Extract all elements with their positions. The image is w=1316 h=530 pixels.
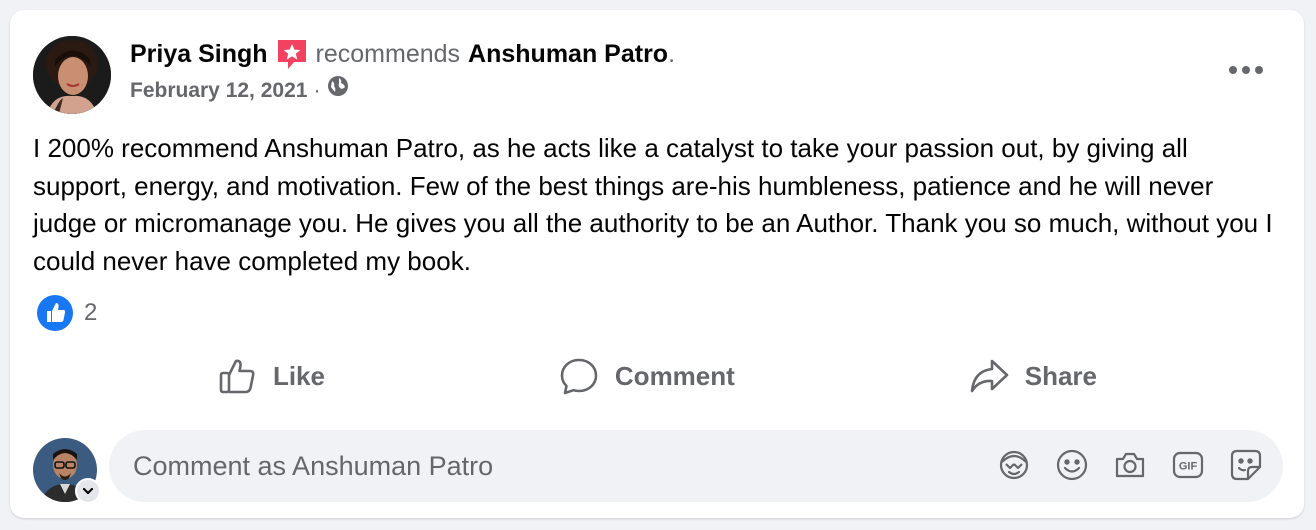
recommends-label: recommends	[315, 40, 461, 68]
more-dot	[1229, 66, 1237, 74]
comment-label: Comment	[614, 360, 735, 391]
header-period: .	[668, 40, 676, 68]
comment-button[interactable]: Comment	[559, 356, 735, 396]
author-name-link[interactable]: Priya Singh	[130, 37, 268, 71]
emoji-icon[interactable]	[1055, 448, 1089, 482]
comment-input-box: GIF	[109, 430, 1283, 502]
post-text: I 200% recommend Anshuman Patro, as he a…	[33, 133, 1273, 276]
reaction-count: 2	[84, 299, 98, 326]
reactions-summary[interactable]: 2	[36, 294, 97, 332]
svg-text:GIF: GIF	[1179, 461, 1198, 473]
comment-bubble-icon	[560, 358, 598, 395]
chevron-down-icon[interactable]	[75, 478, 101, 504]
comment-composer: GIF	[33, 430, 1283, 504]
post-meta: February 12, 2021 ·	[130, 74, 350, 107]
more-dot	[1255, 66, 1263, 74]
recommended-page-link[interactable]: Anshuman Patro	[468, 37, 668, 71]
recommend-star-icon	[274, 36, 310, 72]
author-avatar[interactable]	[33, 36, 111, 114]
more-options-button[interactable]	[1224, 54, 1268, 86]
post-date-link[interactable]: February 12, 2021	[130, 76, 307, 106]
share-label: Share	[1024, 360, 1097, 391]
share-arrow-icon	[970, 359, 1009, 393]
globe-icon[interactable]	[326, 74, 350, 107]
avatar-sticker-icon[interactable]	[997, 448, 1031, 482]
sticker-icon[interactable]	[1229, 448, 1263, 482]
recommendation-post-card: Priya Singh recommends Anshuman Patro . …	[10, 10, 1304, 518]
like-button[interactable]: Like	[217, 356, 325, 396]
like-label: Like	[272, 360, 325, 391]
meta-separator: ·	[313, 78, 321, 102]
post-actions-bar: Like Comment Share	[10, 346, 1304, 406]
comment-input[interactable]	[133, 430, 973, 502]
share-button[interactable]: Share	[969, 356, 1097, 396]
thumbs-up-icon	[219, 359, 255, 394]
gif-icon[interactable]: GIF	[1171, 448, 1205, 482]
camera-icon[interactable]	[1113, 448, 1147, 482]
profile-switcher[interactable]	[33, 434, 103, 504]
like-reaction-icon	[37, 295, 73, 331]
post-header: Priya Singh recommends Anshuman Patro .	[130, 36, 675, 72]
comment-tools: GIF	[997, 448, 1263, 482]
more-dot	[1242, 66, 1250, 74]
